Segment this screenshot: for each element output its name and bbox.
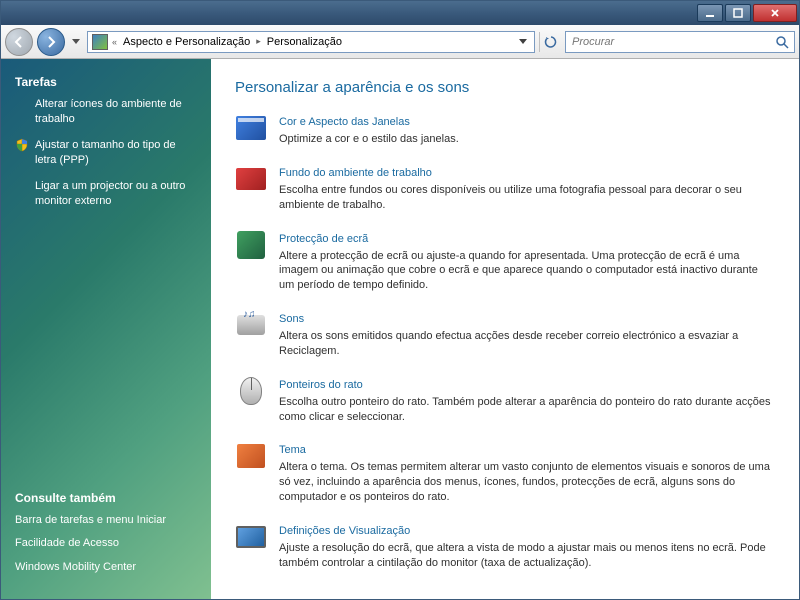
close-button[interactable] bbox=[753, 4, 797, 22]
address-bar[interactable]: « Aspecto e Personalização ▸ Personaliza… bbox=[87, 31, 535, 53]
forward-button[interactable] bbox=[37, 28, 65, 56]
display-settings-icon bbox=[235, 521, 267, 553]
personalization-item: Protecção de ecrã Altere a protecção de e… bbox=[235, 229, 775, 294]
shield-icon bbox=[15, 138, 29, 152]
breadcrumb-prefix: « bbox=[112, 37, 117, 47]
personalization-item: Fundo do ambiente de trabalho Escolha ent… bbox=[235, 163, 775, 213]
minimize-button[interactable] bbox=[697, 4, 723, 22]
theme-icon bbox=[235, 440, 267, 472]
item-body: Fundo do ambiente de trabalho Escolha ent… bbox=[279, 163, 775, 213]
sidebar-link-ease-of-access[interactable]: Facilidade de Acesso bbox=[15, 536, 197, 551]
sidebar-link-taskbar[interactable]: Barra de tarefas e menu Iniciar bbox=[15, 513, 197, 528]
item-link[interactable]: Protecção de ecrã bbox=[279, 233, 368, 245]
tasks-heading: Tarefas bbox=[15, 75, 197, 89]
control-panel-window: « Aspecto e Personalização ▸ Personaliza… bbox=[0, 0, 800, 600]
chevron-right-icon: ▸ bbox=[256, 36, 261, 47]
back-button[interactable] bbox=[5, 28, 33, 56]
screensaver-icon bbox=[235, 229, 267, 261]
sidebar-link-label: Alterar ícones do ambiente de trabalho bbox=[35, 97, 197, 128]
refresh-button[interactable] bbox=[539, 32, 561, 52]
tasks-sidebar: Tarefas Alterar ícones do ambiente de tr… bbox=[1, 59, 211, 599]
sidebar-link-font-size[interactable]: Ajustar o tamanho do tipo de letra (PPP) bbox=[15, 138, 197, 169]
item-link[interactable]: Definições de Visualização bbox=[279, 525, 410, 537]
personalization-item: Definições de Visualização Ajuste a resol… bbox=[235, 521, 775, 571]
item-link[interactable]: Ponteiros do rato bbox=[279, 379, 363, 391]
navigation-bar: « Aspecto e Personalização ▸ Personaliza… bbox=[1, 25, 799, 59]
sidebar-link-desktop-icons[interactable]: Alterar ícones do ambiente de trabalho bbox=[15, 97, 197, 128]
item-link[interactable]: Sons bbox=[279, 313, 304, 325]
sidebar-link-mobility-center[interactable]: Windows Mobility Center bbox=[15, 560, 197, 575]
breadcrumb-parent[interactable]: Aspecto e Personalização bbox=[121, 36, 252, 48]
breadcrumb-current[interactable]: Personalização bbox=[265, 36, 344, 48]
main-content: Personalizar a aparência e os sons Cor e… bbox=[211, 59, 799, 599]
sidebar-link-label: Windows Mobility Center bbox=[15, 560, 136, 575]
sidebar-link-projector[interactable]: Ligar a um projector ou a outro monitor … bbox=[15, 179, 197, 210]
item-body: Ponteiros do rato Escolha outro ponteiro … bbox=[279, 375, 775, 425]
item-body: Sons Altera os sons emitidos quando efect… bbox=[279, 309, 775, 359]
item-body: Tema Altera o tema. Os temas permitem alt… bbox=[279, 440, 775, 505]
item-body: Cor e Aspecto das Janelas Optimize a cor … bbox=[279, 112, 775, 147]
desktop-background-icon bbox=[235, 163, 267, 195]
sounds-icon bbox=[235, 309, 267, 341]
personalization-item: Ponteiros do rato Escolha outro ponteiro … bbox=[235, 375, 775, 425]
sidebar-link-label: Facilidade de Acesso bbox=[15, 536, 119, 551]
search-button[interactable] bbox=[770, 32, 794, 52]
item-body: Definições de Visualização Ajuste a resol… bbox=[279, 521, 775, 571]
window-body: Tarefas Alterar ícones do ambiente de tr… bbox=[1, 59, 799, 599]
item-description: Optimize a cor e o estilo das janelas. bbox=[279, 132, 775, 147]
personalization-item: Cor e Aspecto das Janelas Optimize a cor … bbox=[235, 112, 775, 147]
item-description: Ajuste a resolução do ecrã, que altera a… bbox=[279, 541, 775, 571]
maximize-button[interactable] bbox=[725, 4, 751, 22]
personalization-item: Tema Altera o tema. Os temas permitem alt… bbox=[235, 440, 775, 505]
address-dropdown[interactable] bbox=[516, 33, 530, 51]
window-color-icon bbox=[235, 112, 267, 144]
sidebar-link-label: Ajustar o tamanho do tipo de letra (PPP) bbox=[35, 138, 197, 169]
mouse-pointers-icon bbox=[235, 375, 267, 407]
sidebar-link-label: Barra de tarefas e menu Iniciar bbox=[15, 513, 166, 528]
item-description: Altere a protecção de ecrã ou ajuste-a q… bbox=[279, 249, 775, 294]
item-description: Escolha entre fundos ou cores disponívei… bbox=[279, 183, 775, 213]
seealso-heading: Consulte também bbox=[15, 491, 197, 505]
personalization-items: Cor e Aspecto das Janelas Optimize a cor … bbox=[235, 112, 775, 571]
nav-history-dropdown[interactable] bbox=[69, 29, 83, 55]
item-link[interactable]: Tema bbox=[279, 444, 306, 456]
item-description: Altera os sons emitidos quando efectua a… bbox=[279, 329, 775, 359]
item-description: Escolha outro ponteiro do rato. Também p… bbox=[279, 395, 775, 425]
page-title: Personalizar a aparência e os sons bbox=[235, 79, 775, 96]
item-body: Protecção de ecrã Altere a protecção de e… bbox=[279, 229, 775, 294]
sidebar-link-label: Ligar a um projector ou a outro monitor … bbox=[35, 179, 197, 210]
titlebar bbox=[1, 1, 799, 25]
item-description: Altera o tema. Os temas permitem alterar… bbox=[279, 460, 775, 505]
personalization-item: Sons Altera os sons emitidos quando efect… bbox=[235, 309, 775, 359]
control-panel-icon bbox=[92, 34, 108, 50]
item-link[interactable]: Fundo do ambiente de trabalho bbox=[279, 167, 432, 179]
search-input[interactable] bbox=[566, 36, 770, 48]
item-link[interactable]: Cor e Aspecto das Janelas bbox=[279, 116, 410, 128]
search-box[interactable] bbox=[565, 31, 795, 53]
